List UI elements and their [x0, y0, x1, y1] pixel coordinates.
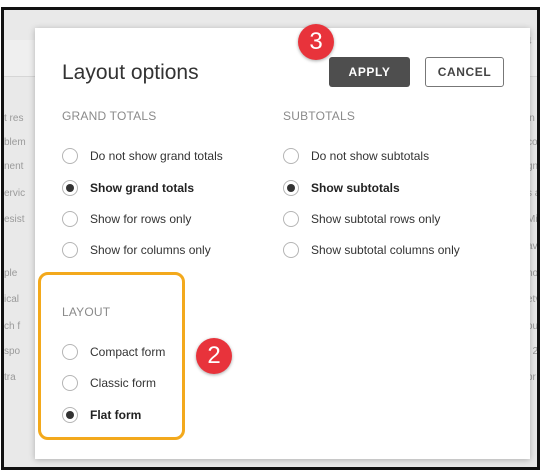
grand-totals-heading: GRAND TOTALS [62, 109, 157, 123]
background-text: esist [4, 214, 25, 225]
radio-do-not-show-subtotals[interactable]: Do not show subtotals [283, 148, 429, 164]
option-label: Do not show subtotals [311, 149, 430, 163]
radio-circle-checked[interactable] [62, 180, 78, 196]
layout-highlight-box [38, 272, 185, 440]
option-label: Show for rows only [90, 212, 192, 226]
radio-show-for-rows-only[interactable]: Show for rows only [62, 211, 191, 227]
radio-show-subtotal-columns-only[interactable]: Show subtotal columns only [283, 242, 460, 258]
radio-circle[interactable] [62, 242, 78, 258]
cancel-button[interactable]: CANCEL [425, 57, 504, 87]
apply-button[interactable]: APPLY [329, 57, 410, 87]
background-text: ical [4, 294, 20, 305]
option-label: Show subtotal columns only [311, 243, 460, 257]
background-text: ch f [4, 321, 21, 332]
step-3-badge: 3 [298, 24, 334, 60]
radio-circle[interactable] [62, 148, 78, 164]
background-text: spo [4, 346, 21, 357]
background-text: blem [4, 137, 26, 148]
option-label: Show grand totals [90, 181, 195, 195]
dialog-title: Layout options [62, 61, 199, 84]
background-text: t res [4, 113, 24, 124]
radio-show-subtotal-rows-only[interactable]: Show subtotal rows only [283, 211, 440, 227]
radio-show-subtotals[interactable]: Show subtotals [283, 180, 400, 196]
radio-show-for-columns-only[interactable]: Show for columns only [62, 242, 211, 258]
background-text: tra [4, 372, 16, 383]
radio-circle[interactable] [62, 211, 78, 227]
subtotals-heading: SUBTOTALS [283, 109, 356, 123]
step-2-badge: 2 [196, 338, 232, 374]
background-text: ervic [4, 188, 26, 199]
background-text: nent [4, 161, 24, 172]
radio-circle[interactable] [283, 148, 299, 164]
radio-circle[interactable] [283, 242, 299, 258]
background-text: ple [4, 268, 18, 279]
option-label: Show subtotal rows only [311, 212, 441, 226]
radio-circle-checked[interactable] [283, 180, 299, 196]
radio-circle[interactable] [283, 211, 299, 227]
radio-do-not-show-grand-totals[interactable]: Do not show grand totals [62, 148, 223, 164]
radio-show-grand-totals[interactable]: Show grand totals [62, 180, 194, 196]
option-label: Show subtotals [311, 181, 400, 195]
option-label: Show for columns only [90, 243, 211, 257]
option-label: Do not show grand totals [90, 149, 223, 163]
